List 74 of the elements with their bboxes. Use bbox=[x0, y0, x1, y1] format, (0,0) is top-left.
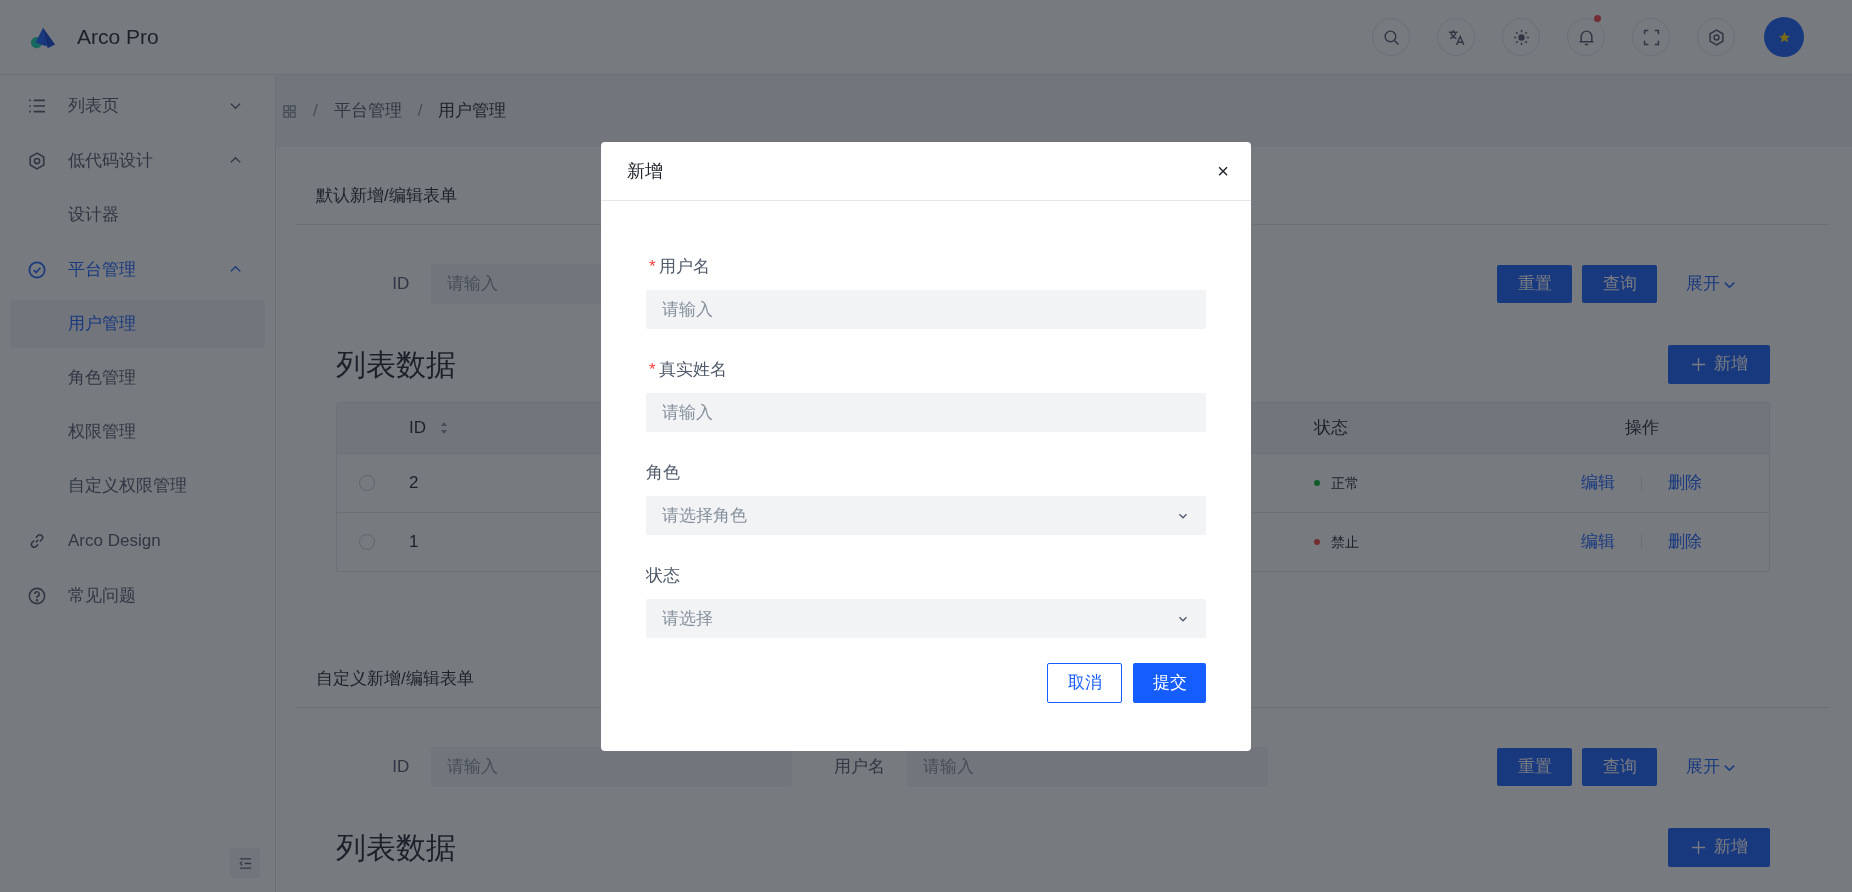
submit-button[interactable]: 提交 bbox=[1133, 663, 1206, 703]
status-text: 禁止 bbox=[1331, 532, 1359, 552]
status-text: 正常 bbox=[1331, 473, 1359, 493]
breadcrumb-item[interactable]: 平台管理 bbox=[333, 98, 402, 124]
input-field[interactable]: 请输入 bbox=[646, 393, 1206, 432]
breadcrumb-separator: / bbox=[313, 100, 318, 123]
submenu-item[interactable]: 角色管理 bbox=[10, 354, 265, 402]
submenu-item[interactable]: 用户管理 bbox=[10, 300, 265, 348]
search-action-button[interactable]: 重置 bbox=[1497, 748, 1572, 786]
cancel-button[interactable]: 取消 bbox=[1047, 663, 1122, 703]
select-field[interactable]: 请选择 bbox=[646, 599, 1206, 638]
add-button[interactable]: 新增 bbox=[1668, 344, 1770, 384]
table-cell: 2 bbox=[409, 473, 419, 493]
link-icon bbox=[28, 531, 46, 550]
expand-link[interactable]: 展开 bbox=[1686, 754, 1737, 780]
breadcrumb-item[interactable]: 用户管理 bbox=[438, 98, 507, 124]
translate-icon bbox=[1447, 28, 1465, 46]
required-mark: * bbox=[649, 256, 656, 279]
column-header: ID bbox=[409, 417, 426, 440]
breadcrumb-separator: / bbox=[417, 100, 423, 123]
required-mark: * bbox=[649, 359, 656, 382]
submenu-item[interactable]: 设计器 bbox=[10, 191, 265, 239]
plus-icon bbox=[1690, 839, 1706, 855]
collapse-icon bbox=[237, 855, 253, 871]
home-grid-icon[interactable] bbox=[282, 103, 297, 119]
menu-item[interactable]: Arco Design bbox=[0, 513, 275, 568]
field-label: ID bbox=[391, 756, 410, 779]
table-cell: 1 bbox=[409, 532, 419, 552]
close-button[interactable]: × bbox=[1217, 161, 1229, 181]
settings-icon bbox=[1707, 28, 1725, 46]
section-title: 默认新增/编辑表单 bbox=[316, 184, 457, 207]
column-header: 操作 bbox=[1624, 417, 1659, 440]
notification-dot-icon bbox=[1594, 15, 1601, 22]
list-title: 列表数据 bbox=[336, 829, 456, 866]
expand-link[interactable]: 展开 bbox=[1686, 271, 1737, 297]
field-label: ID bbox=[391, 273, 410, 296]
sort-icon[interactable] bbox=[440, 421, 448, 435]
fullscreen-icon bbox=[1642, 28, 1660, 46]
dialog-title: 新增 bbox=[627, 159, 663, 183]
add-button[interactable]: 新增 bbox=[1668, 827, 1770, 867]
collapse-button[interactable] bbox=[230, 848, 260, 878]
form-label: 状态 bbox=[646, 565, 680, 588]
menu-item[interactable]: 平台管理 bbox=[0, 242, 275, 297]
search-icon bbox=[1382, 28, 1400, 46]
form-label: 角色 bbox=[646, 462, 680, 485]
bell-icon bbox=[1577, 28, 1595, 46]
menu-item[interactable]: 列表页 bbox=[0, 78, 275, 133]
action-link[interactable]: 编辑 bbox=[1581, 529, 1615, 555]
form-label: 用户名 bbox=[658, 256, 710, 279]
select-field[interactable]: 请选择角色 bbox=[646, 496, 1206, 535]
app-title: Arco Pro bbox=[77, 24, 159, 51]
column-header: 状态 bbox=[1314, 417, 1348, 440]
plus-icon bbox=[1690, 356, 1706, 372]
input-field[interactable]: 请输入 bbox=[646, 290, 1206, 329]
action-link[interactable]: 编辑 bbox=[1581, 470, 1615, 496]
star-icon bbox=[1778, 31, 1790, 43]
check-circle-icon bbox=[28, 260, 46, 279]
list-title: 列表数据 bbox=[336, 346, 456, 383]
action-link[interactable]: 删除 bbox=[1668, 529, 1702, 555]
search-action-button[interactable]: 重置 bbox=[1497, 265, 1572, 303]
field-label: 用户名 bbox=[833, 756, 886, 779]
form-label: 真实姓名 bbox=[658, 359, 727, 382]
submenu-item[interactable]: 权限管理 bbox=[10, 408, 265, 456]
action-link[interactable]: 删除 bbox=[1668, 470, 1702, 496]
avatar[interactable] bbox=[1764, 17, 1804, 57]
menu-item[interactable]: 常见问题 bbox=[0, 568, 275, 623]
search-action-button[interactable]: 查询 bbox=[1582, 748, 1657, 786]
sun-icon bbox=[1512, 28, 1530, 46]
section-title: 自定义新增/编辑表单 bbox=[316, 667, 474, 690]
question-icon bbox=[28, 586, 46, 605]
menu-item[interactable]: 低代码设计 bbox=[0, 133, 275, 188]
search-action-button[interactable]: 查询 bbox=[1582, 265, 1657, 303]
settings-icon bbox=[28, 151, 46, 170]
submenu-item[interactable]: 自定义权限管理 bbox=[10, 462, 265, 510]
